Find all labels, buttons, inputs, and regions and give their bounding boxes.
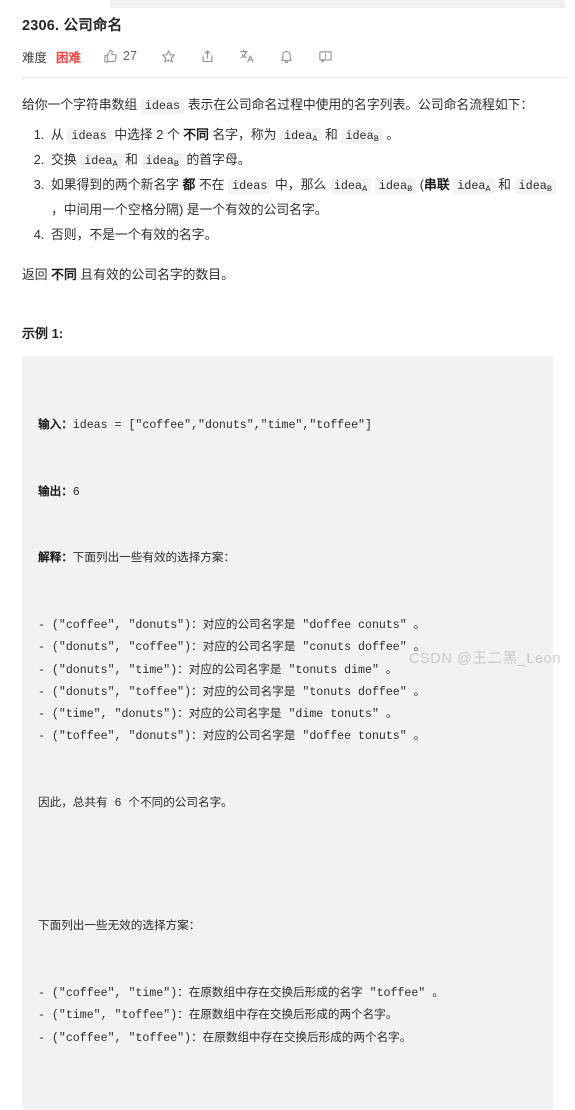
inline-code: ideaA xyxy=(329,177,372,194)
inline-code-subscript: B xyxy=(407,183,413,194)
difficulty-label: 难度 xyxy=(22,50,48,65)
return-text-2: 且有效的公司名字的数目。 xyxy=(76,266,234,282)
inline-code: ideaA xyxy=(453,177,495,194)
example-output-row: 输出：6 xyxy=(38,482,537,504)
inline-code-subscript: B xyxy=(373,133,379,144)
inline-code: ideaB xyxy=(141,152,183,169)
step-text: ，中间用一个空格分隔) 是一个有效的公司名字。 xyxy=(51,201,328,217)
example-input-label: 输入： xyxy=(38,418,73,432)
translate-icon xyxy=(239,48,255,64)
return-text-1: 返回 xyxy=(22,266,52,282)
example-invalid-case-row: - ("coffee", "toffee")：在原数组中存在交换后形成的两个名字… xyxy=(38,1031,412,1045)
notification-button[interactable] xyxy=(279,49,294,64)
example-output-label: 输出： xyxy=(38,485,73,499)
step-text: 如果得到的两个新名字 xyxy=(51,176,183,192)
step-text: 和 xyxy=(494,176,515,192)
example-invalid-case-row: - ("coffee", "time")：在原数组中存在交换后形成的名字 "to… xyxy=(38,987,444,1001)
example-valid-case-row: - ("coffee", "donuts")：对应的公司名字是 "doffee … xyxy=(38,619,426,633)
top-panel-strip xyxy=(110,0,565,8)
inline-code-subscript: B xyxy=(546,183,552,194)
star-icon xyxy=(161,49,176,64)
step-text: 。 xyxy=(382,126,400,142)
example-valid-case-row: - ("donuts", "toffee")：对应的公司名字是 "tonuts … xyxy=(38,685,426,699)
return-bold: 不同 xyxy=(51,266,77,282)
codeblock-spacer xyxy=(38,860,537,872)
problem-return-line: 返回 不同 且有效的公司名字的数目。 xyxy=(0,248,575,286)
example-input-value: ideas = ["coffee","donuts","time","toffe… xyxy=(72,418,372,432)
comment-button[interactable] xyxy=(318,49,333,64)
inline-code-subscript: A xyxy=(362,183,368,194)
example-valid-case-row: - ("donuts", "coffee")：对应的公司名字是 "conuts … xyxy=(38,641,426,655)
step-text: 名字，称为 xyxy=(208,126,280,142)
example-explain-row: 解释：下面列出一些有效的选择方案： xyxy=(38,548,537,570)
step-text: 和 xyxy=(121,151,142,167)
step-text: 从 xyxy=(51,126,68,142)
example-invalid-cases: - ("coffee", "time")：在原数组中存在交换后形成的名字 "to… xyxy=(38,983,537,1050)
intro-text-2: 表示在公司命名过程中使用的名字列表。公司命名流程如下： xyxy=(184,97,534,112)
inline-code: ideas xyxy=(67,127,111,144)
problem-page: 2306. 公司命名 难度 困难 27 给你一个字符串数组 ideas 表示在公… xyxy=(0,0,575,1110)
inline-code: ideaA xyxy=(80,152,122,169)
example-explain-label: 解释： xyxy=(38,552,73,566)
inline-code-subscript: A xyxy=(112,158,118,169)
step-text: ( xyxy=(416,176,425,192)
example-valid-case-row: - ("donuts", "time")：对应的公司名字是 "tonuts di… xyxy=(38,663,398,677)
thumbs-up-icon xyxy=(103,49,118,64)
emphasis-text: 串联 xyxy=(424,176,450,192)
translate-button[interactable] xyxy=(239,48,255,64)
comment-icon xyxy=(318,49,333,64)
step-text: 交换 xyxy=(51,151,81,167)
bell-icon xyxy=(279,49,294,64)
example-invalid-case-row: - ("time", "toffee")：在原数组中存在交换后形成的两个名字。 xyxy=(38,1009,398,1023)
example-explain-value: 下面列出一些有效的选择方案： xyxy=(72,552,236,566)
inline-code: ideaA xyxy=(280,127,322,144)
problem-meta-row: 难度 困难 27 xyxy=(0,35,575,68)
thumbs-up-button[interactable]: 27 xyxy=(103,49,137,64)
inline-code: ideaB xyxy=(514,177,556,194)
step-text: 否则，不是一个有效的名字。 xyxy=(51,226,218,242)
share-button[interactable] xyxy=(200,49,215,64)
inline-code-ideas: ideas xyxy=(140,98,185,114)
example-heading: 示例 1: xyxy=(22,326,64,342)
inline-code-subscript: B xyxy=(173,158,179,169)
share-icon xyxy=(200,49,215,64)
example-invalid-heading: 下面列出一些无效的选择方案： xyxy=(38,920,201,934)
step-text: 的首字母。 xyxy=(182,151,251,167)
problem-step: 从 ideas 中选择 2 个 不同 名字，称为 ideaA 和 ideaB 。 xyxy=(48,123,557,148)
example-output-value: 6 xyxy=(72,485,80,499)
step-text: 和 xyxy=(321,126,342,142)
emphasis-text: 不同 xyxy=(183,126,209,142)
inline-code-subscript: A xyxy=(312,133,318,144)
step-text: 不在 xyxy=(195,176,229,192)
step-text: 中选择 2 个 xyxy=(110,126,184,142)
example-input-row: 输入：ideas = ["coffee","donuts","time","to… xyxy=(38,415,537,437)
page-content: 2306. 公司命名 难度 困难 27 给你一个字符串数组 ideas 表示在公… xyxy=(0,8,575,1110)
inline-code-subscript: A xyxy=(485,183,491,194)
inline-code: ideaB xyxy=(374,177,417,194)
example-total-line: 因此，总共有 6 个不同的公司名字。 xyxy=(38,797,233,811)
difficulty-badge: 困难 xyxy=(56,50,82,65)
emphasis-text: 都 xyxy=(182,176,196,192)
inline-code: ideas xyxy=(228,177,272,194)
inline-code: ideaB xyxy=(341,127,383,144)
like-count: 27 xyxy=(123,49,137,63)
example-valid-case-row: - ("time", "donuts")：对应的公司名字是 "dime tonu… xyxy=(38,708,398,722)
example-valid-case-row: - ("toffee", "donuts")：对应的公司名字是 "doffee … xyxy=(38,730,426,744)
problem-step: 如果得到的两个新名字 都 不在 ideas 中，那么 ideaA ideaB (… xyxy=(48,173,557,223)
intro-text-1: 给你一个字符串数组 xyxy=(22,97,141,112)
page-title: 2306. 公司命名 xyxy=(22,18,123,34)
problem-step: 交换 ideaA 和 ideaB 的首字母。 xyxy=(48,148,557,173)
problem-intro: 给你一个字符串数组 ideas 表示在公司命名过程中使用的名字列表。公司命名流程… xyxy=(0,78,575,117)
example-valid-cases: - ("coffee", "donuts")：对应的公司名字是 "doffee … xyxy=(38,615,537,749)
step-text: 中，那么 xyxy=(271,176,330,192)
problem-steps-list: 从 ideas 中选择 2 个 不同 名字，称为 ideaA 和 ideaB 。… xyxy=(0,123,575,248)
example-codeblock: 输入：ideas = ["coffee","donuts","time","to… xyxy=(22,356,553,1110)
problem-step: 否则，不是一个有效的名字。 xyxy=(48,223,557,248)
favorite-button[interactable] xyxy=(161,49,176,64)
